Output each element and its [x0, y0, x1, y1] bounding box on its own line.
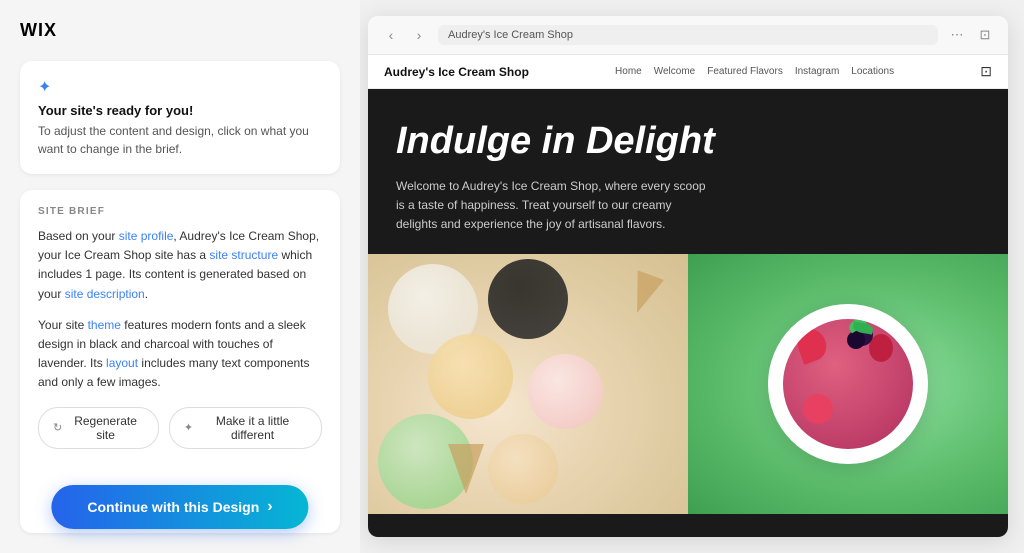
left-panel: WIX ✦ Your site's ready for you! To adju… — [0, 0, 360, 553]
hero-title: Indulge in Delight — [396, 121, 980, 163]
hero-section: Indulge in Delight Welcome to Audrey's I… — [368, 89, 1008, 254]
image-grid — [368, 254, 1008, 514]
browser-back-button[interactable]: ‹ — [380, 24, 402, 46]
info-card-title: Your site's ready for you! — [38, 103, 322, 118]
make-different-icon: ✦ — [184, 421, 193, 434]
browser-forward-button[interactable]: › — [408, 24, 430, 46]
spark-icon: ✦ — [38, 77, 322, 97]
wix-logo: WIX — [20, 20, 340, 41]
site-profile-link[interactable]: site profile — [119, 229, 174, 243]
continue-btn-wrap: Continue with this Design › — [51, 485, 308, 529]
browser-menu-button[interactable]: ⋯ — [946, 24, 968, 46]
site-nav-links: Home Welcome Featured Flavors Instagram … — [615, 66, 894, 77]
continue-button[interactable]: Continue with this Design › — [51, 485, 308, 529]
site-name: Audrey's Ice Cream Shop — [384, 65, 529, 79]
continue-label: Continue with this Design — [87, 499, 259, 515]
brief-actions: ↻ Regenerate site ✦ Make it a little dif… — [38, 407, 322, 449]
layout-link[interactable]: layout — [106, 356, 138, 370]
brief-paragraph-1: Based on your site profile, Audrey's Ice… — [38, 227, 322, 304]
regenerate-label: Regenerate site — [67, 414, 144, 442]
nav-locations[interactable]: Locations — [851, 66, 894, 77]
site-nav-bar: Audrey's Ice Cream Shop Home Welcome Fea… — [368, 55, 1008, 89]
site-nav-icon: ⊡ — [980, 63, 992, 80]
hero-subtitle: Welcome to Audrey's Ice Cream Shop, wher… — [396, 177, 716, 235]
berry-icecream-image — [688, 254, 1008, 514]
nav-featured[interactable]: Featured Flavors — [707, 66, 783, 77]
nav-welcome[interactable]: Welcome — [654, 66, 696, 77]
browser-controls: ⋯ ⊡ — [946, 24, 996, 46]
info-card-subtitle: To adjust the content and design, click … — [38, 122, 322, 158]
site-description-link[interactable]: site description — [65, 287, 145, 301]
address-text: Audrey's Ice Cream Shop — [448, 29, 573, 41]
ice-cream-scoops-image — [368, 254, 688, 514]
site-brief-card: SITE BRIEF Based on your site profile, A… — [20, 190, 340, 533]
make-different-label: Make it a little different — [198, 414, 307, 442]
brief-label: SITE BRIEF — [38, 206, 322, 217]
site-structure-link[interactable]: site structure — [209, 248, 278, 262]
browser-bookmark-button[interactable]: ⊡ — [974, 24, 996, 46]
browser-nav: ‹ › — [380, 24, 430, 46]
browser-address-bar[interactable]: Audrey's Ice Cream Shop — [438, 25, 938, 45]
theme-link[interactable]: theme — [88, 318, 121, 332]
make-different-button[interactable]: ✦ Make it a little different — [169, 407, 322, 449]
browser-window: ‹ › Audrey's Ice Cream Shop ⋯ ⊡ Audrey's… — [368, 16, 1008, 537]
browser-toolbar: ‹ › Audrey's Ice Cream Shop ⋯ ⊡ — [368, 16, 1008, 55]
right-panel: ‹ › Audrey's Ice Cream Shop ⋯ ⊡ Audrey's… — [360, 0, 1024, 553]
continue-arrow-icon: › — [267, 498, 272, 516]
nav-instagram[interactable]: Instagram — [795, 66, 839, 77]
info-card: ✦ Your site's ready for you! To adjust t… — [20, 61, 340, 174]
regenerate-button[interactable]: ↻ Regenerate site — [38, 407, 159, 449]
brief-paragraph-2: Your site theme features modern fonts an… — [38, 316, 322, 393]
regenerate-icon: ↻ — [53, 421, 62, 434]
site-content: Audrey's Ice Cream Shop Home Welcome Fea… — [368, 55, 1008, 537]
nav-home[interactable]: Home — [615, 66, 642, 77]
